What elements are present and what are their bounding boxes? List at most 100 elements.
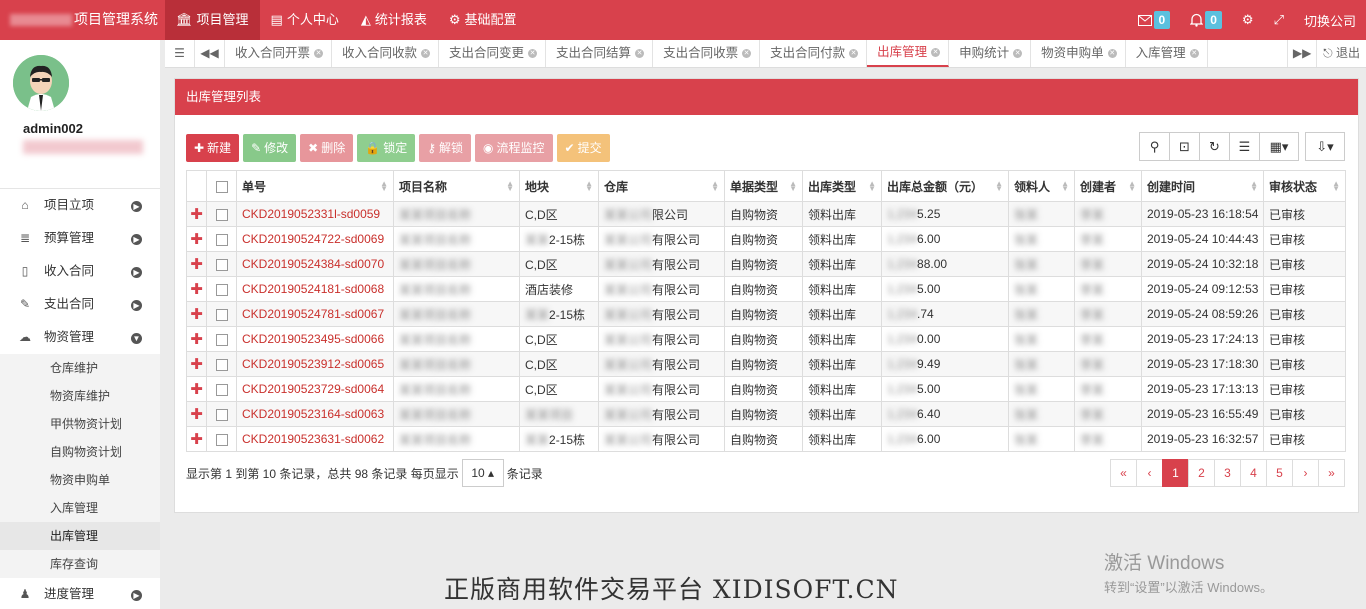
- cell-code[interactable]: CKD20190524781-sd0067: [236, 301, 394, 327]
- close-icon[interactable]: ✕: [849, 49, 859, 58]
- row-checkbox[interactable]: [215, 383, 228, 396]
- column-header-5[interactable]: 出库类型 ▲ ▼: [802, 170, 882, 202]
- export-dropdown[interactable]: ⇩▾: [1305, 132, 1345, 161]
- column-header-3[interactable]: 仓库 ▲ ▼: [598, 170, 725, 202]
- mail-button[interactable]: 0: [1128, 0, 1181, 40]
- sidebar-item-after-0[interactable]: ♟ 进度管理 ▶: [0, 578, 160, 609]
- cell-code[interactable]: CKD20190524181-sd0068: [236, 276, 394, 302]
- page-link-3[interactable]: 2: [1188, 459, 1215, 487]
- column-header-10[interactable]: 审核状态 ▲ ▼: [1263, 170, 1346, 202]
- row-checkbox[interactable]: [215, 258, 228, 271]
- row-checkbox[interactable]: [215, 333, 228, 346]
- settings-button[interactable]: ⚙: [1232, 0, 1264, 40]
- row-checkbox[interactable]: [215, 433, 228, 446]
- sidebar-item-0[interactable]: ⌂ 项目立项 ▶: [0, 189, 160, 222]
- expand-row-icon[interactable]: ✚: [186, 251, 207, 277]
- row-checkbox[interactable]: [215, 358, 228, 371]
- tab-exit-button[interactable]: ⎋ 退出: [1317, 40, 1366, 67]
- tab-9[interactable]: 入库管理 ✕: [1126, 40, 1208, 67]
- tabs-scroll-left-button[interactable]: ◀◀: [195, 40, 225, 67]
- close-icon[interactable]: ✕: [931, 48, 941, 57]
- toolbar-button-5[interactable]: ◉ 流程监控: [475, 134, 553, 162]
- tab-3[interactable]: 支出合同结算 ✕: [546, 40, 654, 67]
- column-header-6[interactable]: 出库总金额（元） ▲ ▼: [881, 170, 1009, 202]
- row-checkbox[interactable]: [215, 233, 228, 246]
- toolbar-button-1[interactable]: ✎ 修改: [243, 134, 297, 162]
- tab-5[interactable]: 支出合同付款 ✕: [760, 40, 868, 67]
- page-link-7[interactable]: ›: [1292, 459, 1319, 487]
- sidebar-item-4[interactable]: ☁ 物资管理 ▼: [0, 321, 160, 354]
- column-header-1[interactable]: 项目名称 ▲ ▼: [393, 170, 520, 202]
- sidebar-subitem-5[interactable]: 入库管理: [0, 494, 160, 522]
- sidebar-subitem-2[interactable]: 甲供物资计划: [0, 410, 160, 438]
- sidebar-item-3[interactable]: ✎ 支出合同 ▶: [0, 288, 160, 321]
- cell-code[interactable]: CKD20190523495-sd0066: [236, 326, 394, 352]
- page-link-2[interactable]: 1: [1162, 459, 1189, 487]
- column-header-7[interactable]: 领料人 ▲ ▼: [1008, 170, 1075, 202]
- close-icon[interactable]: ✕: [421, 49, 431, 58]
- fullscreen-button[interactable]: ⤢: [1264, 0, 1294, 40]
- sidebar-subitem-4[interactable]: 物资申购单: [0, 466, 160, 494]
- menu-toggle-button[interactable]: ☰: [165, 40, 195, 67]
- toolbar-button-6[interactable]: ✔ 提交: [556, 134, 610, 162]
- pagination-toggle-button[interactable]: ⊡: [1169, 132, 1200, 161]
- switch-company-link[interactable]: 切换公司: [1294, 0, 1366, 40]
- expand-row-icon[interactable]: ✚: [186, 351, 207, 377]
- sidebar-item-1[interactable]: ≣ 预算管理 ▶: [0, 222, 160, 255]
- page-size-dropdown[interactable]: 10 ▴: [461, 459, 504, 487]
- topnav-item-0[interactable]: 🏛 项目管理: [165, 0, 260, 40]
- refresh-button[interactable]: ↻: [1199, 132, 1230, 161]
- close-icon[interactable]: ✕: [742, 49, 752, 58]
- sidebar-subitem-1[interactable]: 物资库维护: [0, 382, 160, 410]
- column-header-2[interactable]: 地块 ▲ ▼: [519, 170, 599, 202]
- topnav-item-3[interactable]: ⚙ 基础配置: [438, 0, 528, 40]
- tab-6[interactable]: 出库管理 ✕: [867, 40, 950, 67]
- columns-dropdown[interactable]: ▦▾: [1259, 132, 1299, 161]
- tab-4[interactable]: 支出合同收票 ✕: [653, 40, 761, 67]
- cell-code[interactable]: CKD20190524722-sd0069: [236, 226, 394, 252]
- page-link-6[interactable]: 5: [1266, 459, 1293, 487]
- tabs-scroll-right-button[interactable]: ▶▶: [1287, 40, 1318, 67]
- sidebar-subitem-7[interactable]: 库存查询: [0, 550, 160, 578]
- expand-row-icon[interactable]: ✚: [186, 376, 207, 402]
- close-icon[interactable]: ✕: [528, 49, 538, 58]
- tab-0[interactable]: 收入合同开票 ✕: [225, 40, 333, 67]
- card-view-button[interactable]: ☰: [1229, 132, 1260, 161]
- close-icon[interactable]: ✕: [1107, 49, 1117, 58]
- column-header-8[interactable]: 创建者 ▲ ▼: [1074, 170, 1142, 202]
- sidebar-subitem-3[interactable]: 自购物资计划: [0, 438, 160, 466]
- tab-8[interactable]: 物资申购单 ✕: [1031, 40, 1126, 67]
- close-icon[interactable]: ✕: [1189, 49, 1199, 58]
- close-icon[interactable]: ✕: [635, 49, 645, 58]
- expand-row-icon[interactable]: ✚: [186, 226, 207, 252]
- tab-2[interactable]: 支出合同变更 ✕: [439, 40, 547, 67]
- sidebar-item-2[interactable]: ▯ 收入合同 ▶: [0, 255, 160, 288]
- expand-row-icon[interactable]: ✚: [186, 401, 207, 427]
- cell-code[interactable]: CKD20190524384-sd0070: [236, 251, 394, 277]
- row-checkbox[interactable]: [215, 308, 228, 321]
- select-all-checkbox[interactable]: [215, 180, 228, 193]
- cell-code[interactable]: CKD20190523164-sd0063: [236, 401, 394, 427]
- sidebar-subitem-6[interactable]: 出库管理: [0, 522, 160, 550]
- tab-1[interactable]: 收入合同收款 ✕: [332, 40, 440, 67]
- cell-code[interactable]: CKD20190523912-sd0065: [236, 351, 394, 377]
- page-link-1[interactable]: ‹: [1136, 459, 1163, 487]
- column-header-4[interactable]: 单据类型 ▲ ▼: [724, 170, 803, 202]
- expand-row-icon[interactable]: ✚: [186, 201, 207, 227]
- expand-row-icon[interactable]: ✚: [186, 276, 207, 302]
- expand-row-icon[interactable]: ✚: [186, 326, 207, 352]
- toolbar-button-2[interactable]: ✖ 删除: [300, 134, 354, 162]
- page-link-8[interactable]: »: [1318, 459, 1345, 487]
- page-link-4[interactable]: 3: [1214, 459, 1241, 487]
- row-checkbox[interactable]: [215, 408, 228, 421]
- toolbar-button-0[interactable]: ✚ 新建: [186, 134, 240, 162]
- close-icon[interactable]: ✕: [1013, 49, 1023, 58]
- cell-code[interactable]: CKD20190523631-sd0062: [236, 426, 394, 452]
- toolbar-button-4[interactable]: ⚷ 解锁: [419, 134, 472, 162]
- column-header-9[interactable]: 创建时间 ▲ ▼: [1141, 170, 1264, 202]
- sidebar-subitem-0[interactable]: 仓库维护: [0, 354, 160, 382]
- page-link-5[interactable]: 4: [1240, 459, 1267, 487]
- toolbar-button-3[interactable]: 🔒 锁定: [357, 134, 416, 162]
- row-checkbox[interactable]: [215, 208, 228, 221]
- notification-button[interactable]: 0: [1180, 0, 1232, 40]
